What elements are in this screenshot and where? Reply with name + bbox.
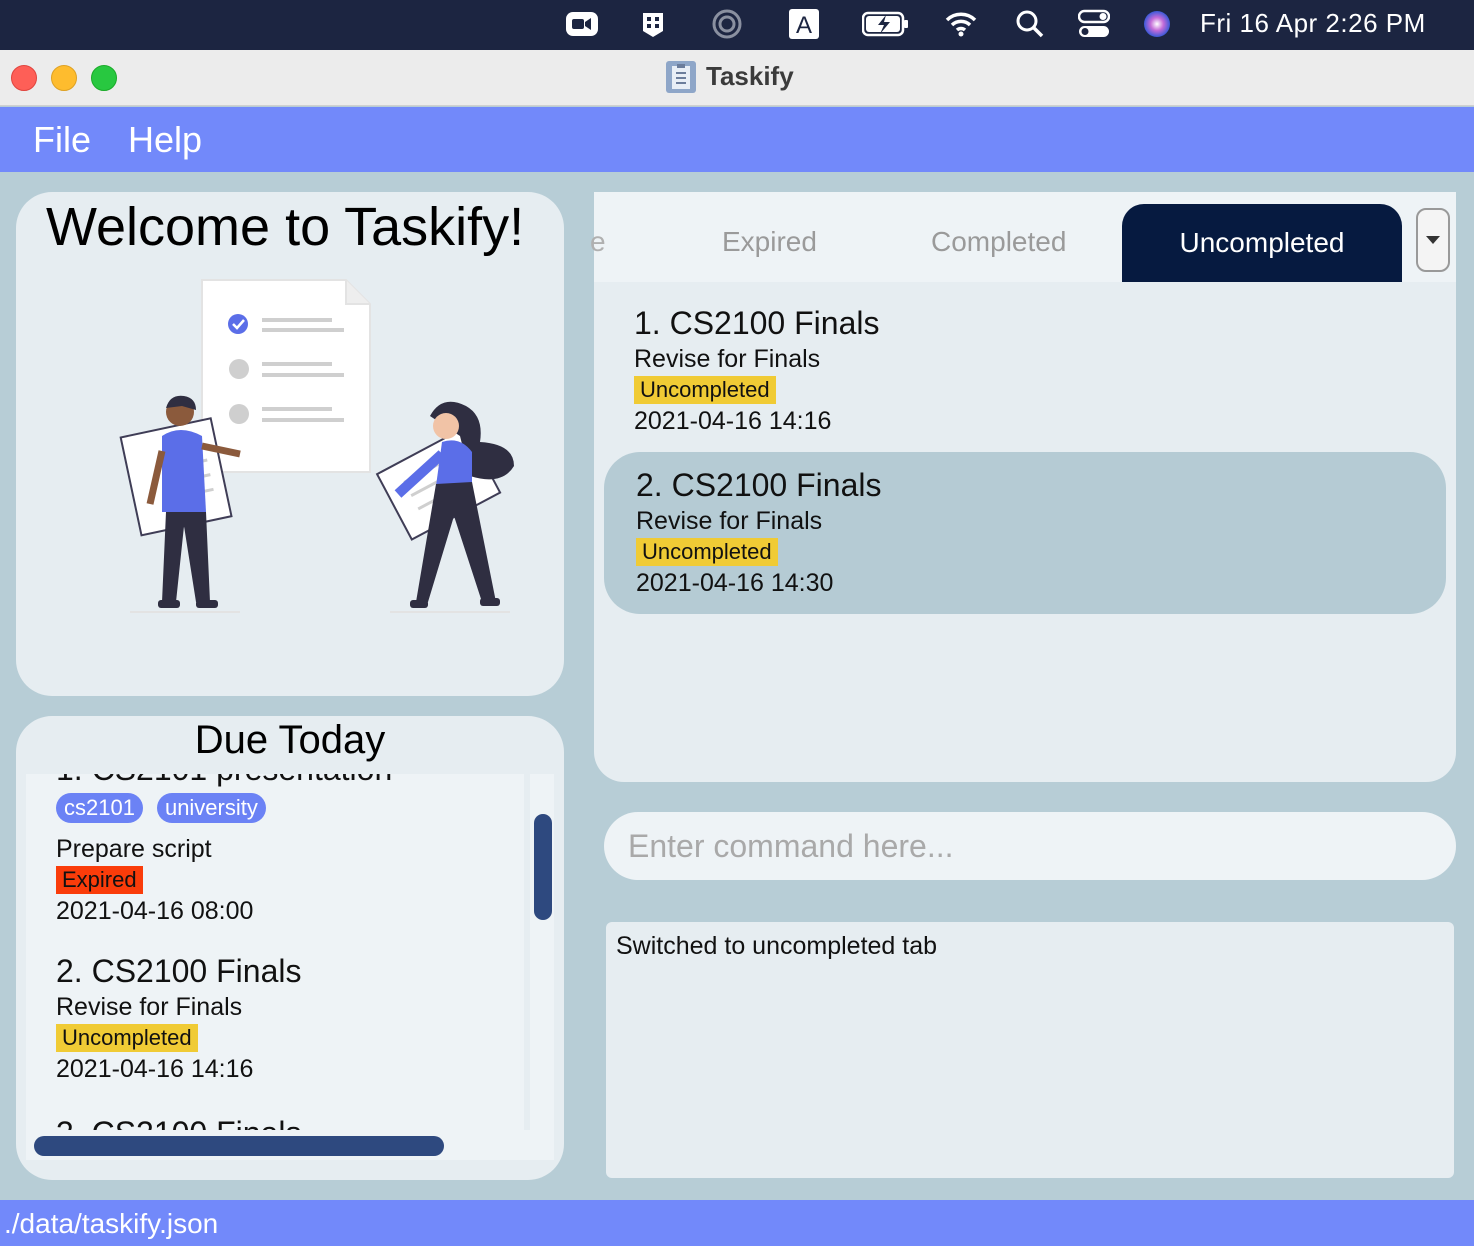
tab-uncompleted[interactable]: Uncompleted [1122,204,1402,282]
task-list-panel: 1. CS2100 Finals Revise for Finals Uncom… [594,282,1456,782]
help-menu[interactable]: Help [128,119,202,161]
result-display: Switched to uncompleted tab [606,922,1454,1178]
tab-overflow-dropdown[interactable] [1416,208,1450,272]
siri-icon[interactable] [1140,8,1174,40]
task-date: 2021-04-16 14:30 [636,569,834,597]
chevron-down-icon [1426,236,1440,244]
wifi-icon[interactable] [944,8,978,40]
status-badge: Expired [56,866,143,894]
list-item[interactable]: 1. CS2101 presentation cs2101 university… [56,774,392,928]
spotlight-search-icon[interactable] [1013,8,1047,40]
horizontal-scroll-thumb[interactable] [34,1136,444,1156]
task-description: Prepare script [56,835,212,863]
task-description: Revise for Finals [634,345,821,373]
maximize-window-button[interactable] [91,65,117,91]
control-center-icon[interactable] [1077,8,1111,40]
horizontal-scrollbar[interactable] [26,1130,554,1160]
task-card[interactable]: 1. CS2100 Finals Revise for Finals Uncom… [604,290,1446,452]
list-item[interactable]: 2. CS2100 Finals Revise for Finals Uncom… [56,952,301,1086]
grid-app-icon[interactable] [636,8,670,40]
app-menu-bar: File Help [0,107,1474,172]
status-badge: Uncompleted [636,538,778,566]
task-description: Revise for Finals [636,507,823,535]
status-bar: ./data/taskify.json [0,1200,1474,1246]
command-input[interactable] [604,812,1456,880]
clipboard-icon [666,61,696,93]
window-title: Taskify [706,61,794,91]
status-badge: Uncompleted [56,1024,198,1052]
close-window-button[interactable] [11,65,37,91]
os-menu-bar: A Fri 16 Apr 2:26 PM [0,0,1474,50]
list-item[interactable]: 3. CS2100 Finals [56,1114,301,1130]
task-description: Revise for Finals [56,993,243,1021]
task-date: 2021-04-16 14:16 [634,407,832,435]
task-title: 3. CS2100 Finals [56,1114,301,1130]
vertical-scrollbar[interactable] [530,774,554,1130]
welcome-title: Welcome to Taskify! [46,197,525,257]
task-date: 2021-04-16 14:16 [56,1055,254,1083]
due-today-panel: Due Today 1. CS2101 presentation cs2101 … [16,716,564,1180]
due-today-list[interactable]: 1. CS2101 presentation cs2101 university… [26,774,524,1130]
tab-completed[interactable]: Completed [931,226,1066,258]
data-file-path: ./data/taskify.json [4,1208,219,1239]
task-date: 2021-04-16 08:00 [56,897,254,925]
task-title: 1. CS2101 presentation [56,774,392,788]
battery-icon[interactable] [862,8,910,40]
tag-chip: cs2101 [56,793,143,823]
minimize-window-button[interactable] [51,65,77,91]
due-today-title: Due Today [194,718,386,762]
zoom-icon[interactable] [565,8,599,40]
task-card-selected[interactable]: 2. CS2100 Finals Revise for Finals Uncom… [604,452,1446,614]
window-title-bar: Taskify [0,50,1474,106]
input-source-icon[interactable]: A [787,8,821,40]
tab-partial[interactable]: e [590,226,606,258]
svg-text:A: A [796,12,812,39]
vertical-scroll-thumb[interactable] [534,814,552,920]
spiral-icon[interactable] [710,8,744,40]
file-menu[interactable]: File [33,119,91,161]
result-message: Switched to uncompleted tab [616,932,938,960]
menu-bar-clock[interactable]: Fri 16 Apr 2:26 PM [1200,8,1426,39]
welcome-panel: Welcome to Taskify! [16,192,564,696]
tab-expired[interactable]: Expired [722,226,817,258]
tag-chip: university [156,793,266,823]
status-badge: Uncompleted [634,376,776,404]
task-title: 1. CS2100 Finals [634,305,880,341]
tab-bar: e Expired Completed Uncompleted [590,192,1456,282]
task-title: 2. CS2100 Finals [56,953,302,989]
task-title: 2. CS2100 Finals [636,467,882,503]
task-checklist-illustration [119,279,514,613]
